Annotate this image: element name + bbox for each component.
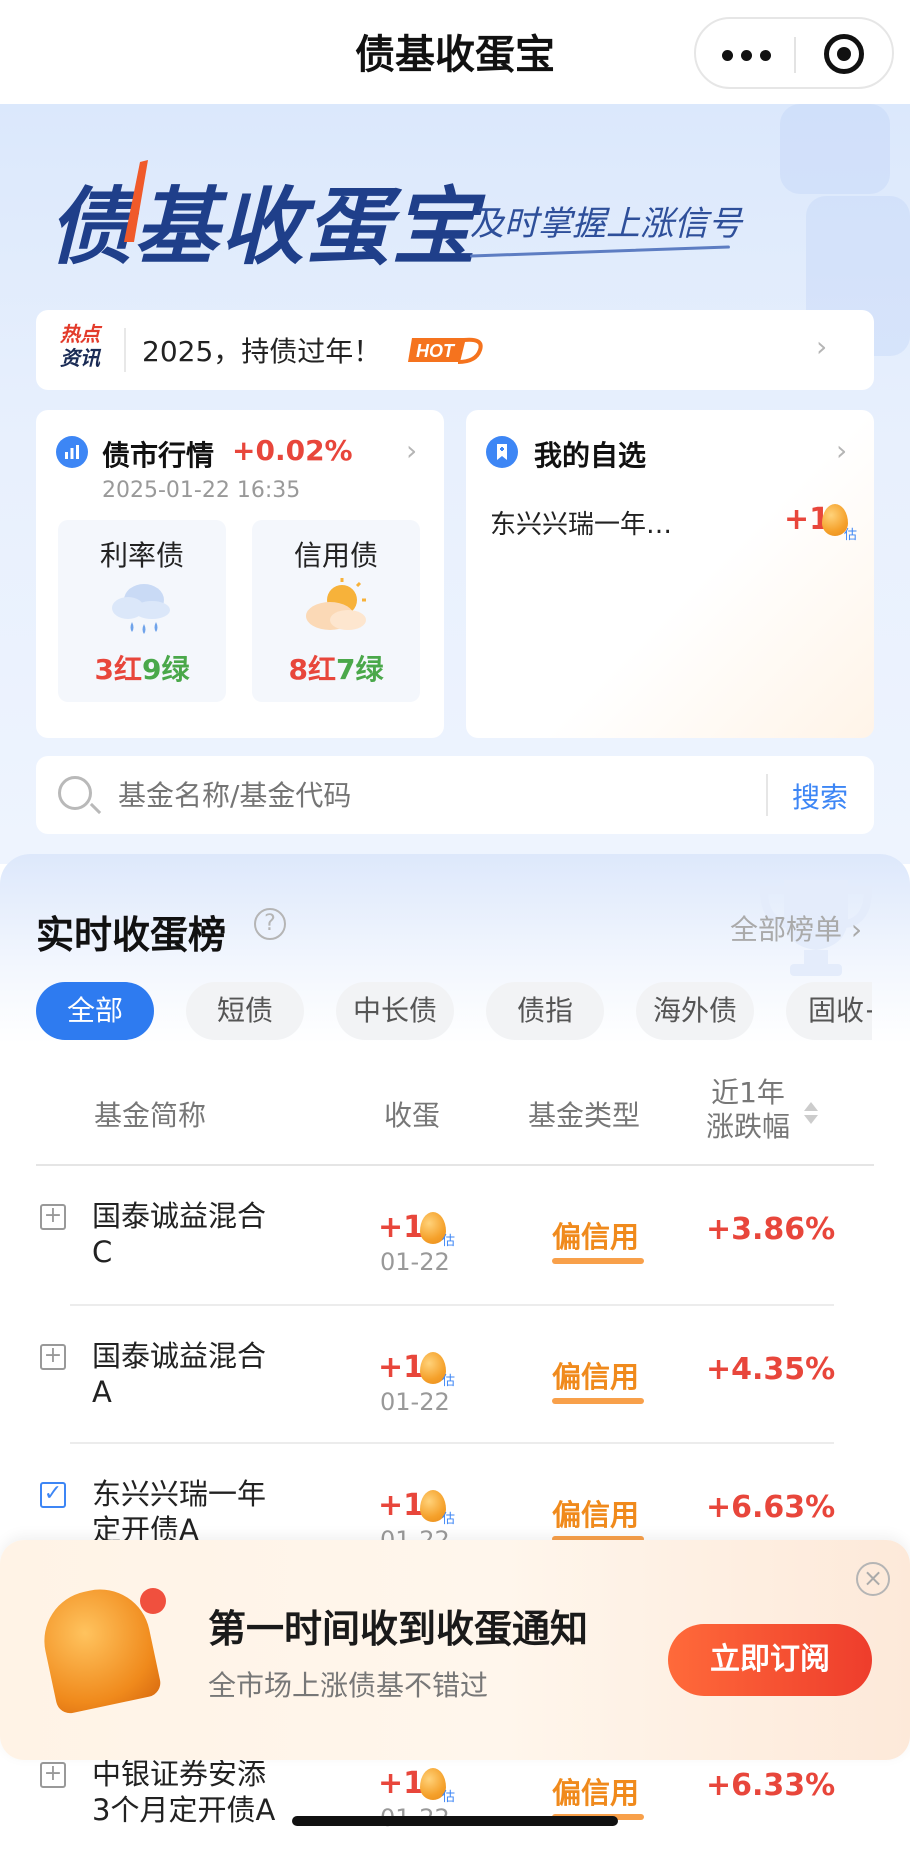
bond-market-card[interactable]: 债市行情 +0.02% › 2025-01-22 16:35 利率债 3红9绿 …	[36, 410, 444, 738]
search-input[interactable]	[118, 770, 748, 820]
row-divider	[70, 1442, 834, 1444]
news-tag: 热点 资讯	[60, 322, 100, 370]
estimate-label: 估	[442, 1512, 456, 1527]
home-indicator	[292, 1816, 618, 1826]
one-year-change: +4.35%	[706, 1352, 836, 1387]
fund-type-underline	[552, 1398, 644, 1404]
chevron-right-icon: ›	[836, 434, 848, 467]
banner-title: 第一时间收到收蛋通知	[208, 1607, 589, 1651]
egg-count: +1	[378, 1210, 425, 1245]
header-eggs: 收蛋	[384, 1099, 441, 1132]
estimate-label: 估	[442, 1234, 456, 1249]
estimate-label: 估	[442, 1790, 456, 1805]
tab-fixed-income-plus[interactable]: 固收+	[786, 982, 872, 1040]
news-banner[interactable]: 热点 资讯 2025，持债过年！ HOT ›	[36, 310, 874, 390]
news-divider	[124, 328, 126, 372]
brand-stroke-icon	[124, 160, 148, 242]
checked-checkbox[interactable]: ✓	[40, 1482, 66, 1508]
tile-count: 8红7绿	[288, 653, 384, 686]
market-datetime: 2025-01-22 16:35	[102, 478, 301, 503]
tab-mid-long-bond[interactable]: 中长债	[336, 982, 454, 1040]
one-year-change: +6.63%	[706, 1490, 836, 1525]
egg-count: +1	[378, 1766, 425, 1801]
ranking-title: 实时收蛋榜	[36, 913, 227, 957]
watchlist-item-name[interactable]: 东兴兴瑞一年…	[490, 504, 672, 541]
all-lists-link[interactable]: 全部榜单 ›	[730, 908, 862, 948]
tab-bond-index[interactable]: 债指	[486, 982, 604, 1040]
market-title: 债市行情	[102, 439, 215, 472]
estimate-label: 估	[844, 528, 858, 543]
tab-all[interactable]: 全部	[36, 982, 154, 1040]
fund-type: 偏信用	[552, 1220, 640, 1254]
help-icon[interactable]: ?	[254, 908, 286, 940]
bell-clapper	[140, 1588, 166, 1614]
add-checkbox[interactable]: +	[40, 1204, 66, 1230]
market-change: +0.02%	[232, 434, 353, 467]
chevron-right-icon: ›	[406, 434, 418, 467]
tile-label: 利率债	[99, 539, 184, 572]
decor-tile	[780, 104, 890, 194]
header-1y-change[interactable]: 近1年 涨跌幅	[706, 1076, 790, 1144]
sun-cloud-icon	[306, 578, 366, 630]
more-icon[interactable]	[722, 40, 772, 70]
slogan: 及时掌握上涨信号	[470, 204, 742, 244]
add-checkbox[interactable]: +	[40, 1762, 66, 1788]
news-text: 2025，持债过年！	[142, 335, 382, 368]
one-year-change: +6.33%	[706, 1768, 836, 1803]
rain-cloud-icon	[112, 584, 170, 634]
watchlist-title: 我的自选	[534, 439, 647, 472]
chevron-right-icon: ›	[816, 330, 828, 363]
mini-program-capsule	[694, 17, 894, 89]
fund-name[interactable]: 中银证券安添 3个月定开债A	[92, 1756, 275, 1828]
egg-date: 01-22	[380, 1248, 450, 1276]
search-icon	[58, 776, 92, 810]
rate-bond-tile[interactable]: 利率债 3红9绿	[58, 520, 226, 702]
sort-icon[interactable]	[802, 1100, 820, 1126]
fund-type-underline	[552, 1258, 644, 1264]
banner-subtitle: 全市场上涨债基不错过	[208, 1669, 489, 1702]
search-button[interactable]: 搜索	[792, 776, 848, 816]
watchlist-card[interactable]: 我的自选 › 东兴兴瑞一年… +1 估	[466, 410, 874, 738]
hot-badge: HOT	[408, 337, 483, 364]
fund-name[interactable]: 东兴兴瑞一年 定开债A	[92, 1476, 266, 1548]
fund-name[interactable]: 国泰诚益混合 A	[92, 1338, 266, 1410]
svg-text:HOT: HOT	[416, 341, 456, 361]
egg-count: +1	[378, 1350, 425, 1385]
fund-type: 偏信用	[552, 1498, 640, 1532]
estimate-label: 估	[442, 1374, 456, 1389]
egg-count: +1	[378, 1488, 425, 1523]
credit-bond-tile[interactable]: 信用债 8红7绿	[252, 520, 420, 702]
close-icon[interactable]: ×	[856, 1562, 890, 1596]
header-fund-name: 基金简称	[94, 1099, 207, 1132]
row-divider	[70, 1304, 834, 1306]
header-divider	[36, 1164, 874, 1166]
tab-short-bond[interactable]: 短债	[186, 982, 304, 1040]
search-divider	[766, 774, 768, 816]
tab-overseas-bond[interactable]: 海外债	[636, 982, 754, 1040]
tile-count: 3红9绿	[94, 653, 190, 686]
fund-type: 偏信用	[552, 1360, 640, 1394]
bookmark-icon	[486, 436, 518, 468]
fund-type: 偏信用	[552, 1776, 640, 1810]
tile-label: 信用债	[293, 539, 378, 572]
brand-logo: 债基收蛋宝	[48, 178, 479, 276]
egg-date: 01-22	[380, 1388, 450, 1416]
chart-icon	[56, 436, 88, 468]
close-program-icon[interactable]	[824, 34, 864, 74]
fund-name[interactable]: 国泰诚益混合 C	[92, 1198, 266, 1270]
capsule-divider	[794, 37, 796, 73]
one-year-change: +3.86%	[706, 1212, 836, 1247]
add-checkbox[interactable]: +	[40, 1344, 66, 1370]
search-bar[interactable]: 搜索	[36, 756, 874, 834]
subscribe-button[interactable]: 立即订阅	[668, 1624, 872, 1696]
header-fund-type: 基金类型	[528, 1099, 641, 1132]
